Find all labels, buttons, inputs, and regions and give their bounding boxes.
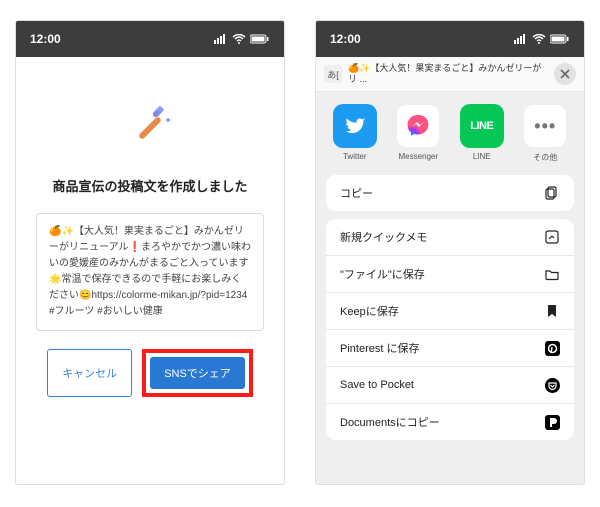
actions-group: 新規クイックメモ "ファイル"に保存 Keepに保存 Pinterest に保存… [326,219,574,440]
messenger-icon [396,104,440,148]
copy-action[interactable]: コピー [326,175,574,211]
status-time: 12:00 [330,32,361,46]
status-icons [214,34,270,44]
action-label: "ファイル"に保存 [340,266,425,282]
more-icon: ••• [523,104,567,148]
close-button[interactable] [554,63,576,85]
bookmark-icon [544,303,560,319]
app-messenger[interactable]: Messenger [390,104,448,163]
share-sns-button[interactable]: SNSでシェア [150,357,245,389]
save-files-action[interactable]: "ファイル"に保存 [326,256,574,293]
action-label: Keepに保存 [340,303,399,319]
line-icon: LINE [460,104,504,148]
wand-icon [122,97,178,158]
share-apps-row: Twitter Messenger LINE LINE ••• その他 [316,92,584,175]
status-time: 12:00 [30,32,61,46]
pinterest-icon [544,340,560,356]
pinterest-action[interactable]: Pinterest に保存 [326,330,574,367]
documents-icon [544,414,560,430]
copy-icon [544,185,560,201]
app-label: その他 [533,152,557,163]
lang-chip[interactable]: あ[ [324,65,342,83]
documents-action[interactable]: Documentsにコピー [326,404,574,440]
action-label: コピー [340,185,373,201]
app-line[interactable]: LINE LINE [453,104,511,163]
share-sheet: あ[ 🍊✨【大人気！果実まるごと】みかんゼリーがリ ... Twitter Me… [316,57,584,484]
share-header: あ[ 🍊✨【大人気！果実まるごと】みかんゼリーがリ ... [316,57,584,92]
dialog-title: 商品宣伝の投稿文を作成しました [52,176,247,195]
quickmemo-action[interactable]: 新規クイックメモ [326,219,574,256]
status-icons [514,34,570,44]
button-row: キャンセル SNSでシェア [47,349,253,397]
app-label: Twitter [343,152,367,161]
app-label: Messenger [398,152,438,161]
cancel-button[interactable]: キャンセル [47,349,132,397]
status-bar: 12:00 [16,21,284,57]
copy-action-group: コピー [326,175,574,211]
pocket-action[interactable]: Save to Pocket [326,367,574,404]
phone-left: 12:00 商品宣伝の投稿文を作成しました 🍊✨【大人気！果実まるごと】みかんゼ… [15,20,285,485]
folder-icon [544,266,560,282]
action-label: Save to Pocket [340,379,414,391]
highlight-box: SNSでシェア [142,349,253,397]
status-bar: 12:00 [316,21,584,57]
action-label: Documentsにコピー [340,414,440,430]
share-title: 🍊✨【大人気！果実まるごと】みかんゼリーがリ ... [348,63,548,85]
app-other[interactable]: ••• その他 [517,104,575,163]
post-text-box: 🍊✨【大人気！果実まるごと】みかんゼリーがリニューアル❗まろやかでかつ濃い味わい… [36,213,264,331]
phone-right: 12:00 あ[ 🍊✨【大人気！果実まるごと】みかんゼリーがリ ... Twit… [315,20,585,485]
action-label: 新規クイックメモ [340,229,428,245]
dialog-content: 商品宣伝の投稿文を作成しました 🍊✨【大人気！果実まるごと】みかんゼリーがリニュ… [16,57,284,484]
app-twitter[interactable]: Twitter [326,104,384,163]
app-label: LINE [473,152,491,161]
keep-action[interactable]: Keepに保存 [326,293,574,330]
quickmemo-icon [544,229,560,245]
pocket-icon [544,377,560,393]
twitter-icon [333,104,377,148]
action-label: Pinterest に保存 [340,340,419,356]
